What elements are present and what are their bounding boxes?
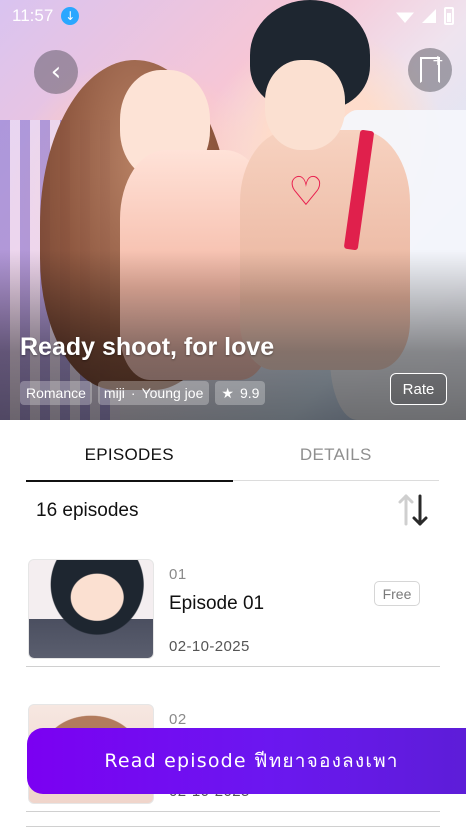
app: ♡ 11:57 ↓ ‹ + Ready shoot, for love Roma… <box>0 0 466 828</box>
chevron-left-icon: ‹ <box>50 57 62 87</box>
tab-bar: EPISODES DETAILS <box>26 430 440 482</box>
status-bar: 11:57 ↓ <box>0 0 466 32</box>
episode-number: 01 <box>169 566 187 583</box>
episode-date: 02-10-2025 <box>169 638 250 655</box>
rate-button[interactable]: Rate <box>390 373 447 405</box>
read-episode-button[interactable]: Read episode ฟีทยาจองลงเพา <box>27 728 466 794</box>
episode-count: 16 episodes <box>36 500 139 521</box>
rating-chip: ★ 9.9 <box>215 381 266 405</box>
author-separator: · <box>130 385 136 401</box>
genre-chip[interactable]: Romance <box>20 381 92 405</box>
episode-title: Episode 01 <box>169 593 265 614</box>
episode-thumbnail <box>28 559 154 659</box>
episode-number: 02 <box>169 711 187 728</box>
sort-icon[interactable] <box>396 492 430 528</box>
back-button[interactable]: ‹ <box>34 50 78 94</box>
battery-icon <box>444 7 454 25</box>
hero-cover: ♡ 11:57 ↓ ‹ + Ready shoot, for love Roma… <box>0 0 466 420</box>
status-time: 11:57 <box>12 6 54 25</box>
tab-episodes[interactable]: EPISODES <box>26 430 233 482</box>
series-meta: Romance miji · Young joe ★ 9.9 <box>20 381 266 405</box>
cover-man-face <box>265 60 345 150</box>
author-name: miji <box>103 385 125 401</box>
free-badge: Free <box>374 581 420 606</box>
divider <box>26 826 440 827</box>
rating-value: 9.9 <box>239 385 260 401</box>
signal-icon <box>422 9 436 23</box>
episode-row[interactable]: 01 Episode 01 02-10-2025 Free <box>26 543 440 667</box>
bookmark-button[interactable]: + <box>408 48 452 92</box>
author-name: Young joe <box>141 385 204 401</box>
heart-doodle-icon: ♡ <box>288 169 324 215</box>
download-icon: ↓ <box>61 7 80 25</box>
tab-details[interactable]: DETAILS <box>233 430 440 480</box>
star-icon: ★ <box>221 384 234 401</box>
read-episode-label: Read episode ฟีทยาจองลงเพา <box>104 750 399 772</box>
status-indicators <box>396 7 454 25</box>
authors-chip[interactable]: miji · Young joe <box>97 381 210 405</box>
series-title: Ready shoot, for love <box>20 333 275 361</box>
plus-icon: + <box>432 53 444 69</box>
wifi-icon <box>396 12 414 23</box>
